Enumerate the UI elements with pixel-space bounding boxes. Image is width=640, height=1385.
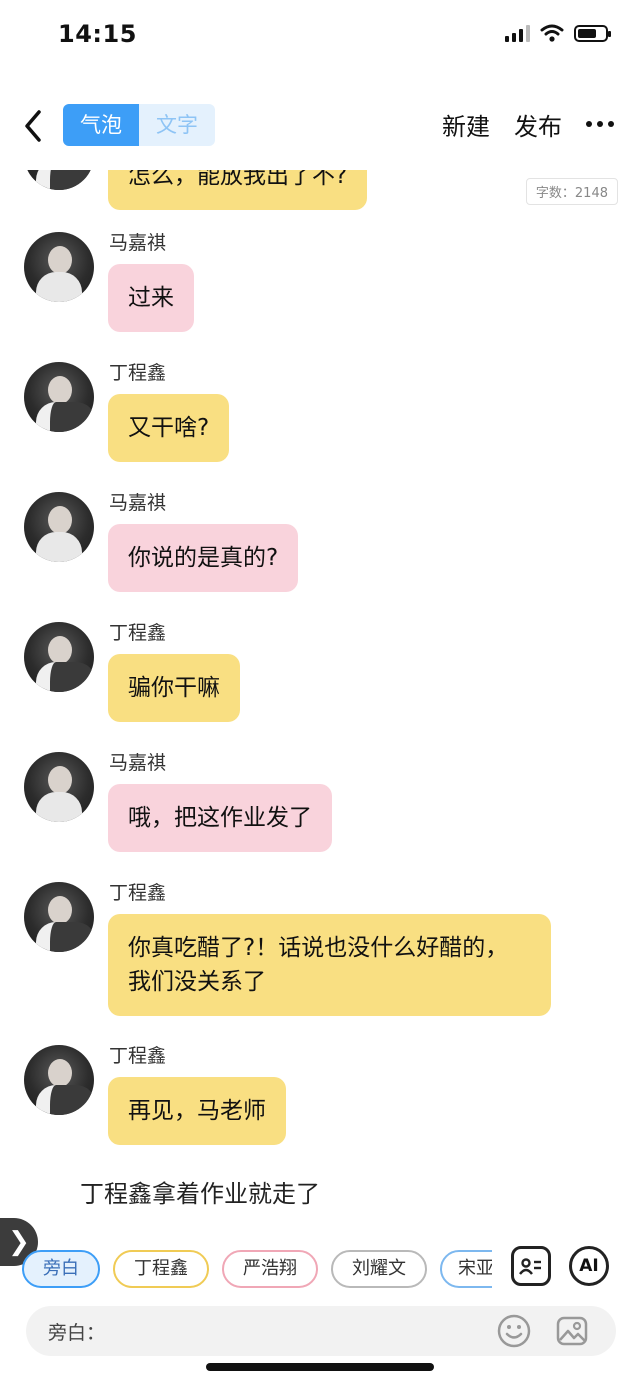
role-selector: 旁白 丁程鑫 严浩翔 刘耀文 宋亚 (22, 1250, 492, 1290)
speaker-name: 马嘉祺 (109, 752, 167, 774)
avatar[interactable] (24, 492, 94, 562)
mode-toggle: 气泡 文字 (63, 104, 215, 146)
message-bubble[interactable]: 你真吃醋了?！话说也没什么好醋的，我们没关系了 (108, 914, 551, 1016)
new-button[interactable]: 新建 (442, 107, 490, 142)
tab-bubble[interactable]: 气泡 (63, 104, 139, 146)
narration-text[interactable]: 丁程鑫拿着作业就走了 (80, 1174, 320, 1209)
avatar[interactable] (24, 1045, 94, 1115)
role-chip[interactable]: 宋亚 (440, 1250, 492, 1288)
character-card-icon[interactable] (511, 1246, 551, 1286)
word-count-badge: 字数：2148 (525, 178, 618, 205)
battery-icon (574, 24, 611, 42)
role-chip[interactable]: 严浩翔 (222, 1250, 318, 1288)
more-icon[interactable] (586, 106, 614, 142)
publish-button[interactable]: 发布 (514, 107, 562, 142)
speaker-name: 丁程鑫 (109, 882, 167, 904)
role-chip[interactable]: 丁程鑫 (113, 1250, 209, 1288)
ai-button[interactable]: AI (569, 1246, 609, 1286)
message-bubble[interactable]: 又干啥? (108, 394, 230, 462)
status-time: 14:15 (58, 20, 137, 48)
chat-area[interactable]: 怎么，能放我出了不? 字数：2148 马嘉祺 过来 丁程鑫 又干啥? 马嘉祺 你… (0, 170, 640, 1220)
speaker-name: 丁程鑫 (109, 362, 167, 384)
signal-icon (505, 24, 530, 42)
message-bubble[interactable]: 你说的是真的? (108, 524, 299, 592)
emoji-icon[interactable] (496, 1313, 532, 1349)
avatar[interactable] (24, 232, 94, 302)
message-bubble[interactable]: 骗你干嘛 (108, 654, 240, 722)
image-icon[interactable] (554, 1313, 590, 1349)
message-bubble[interactable]: 再见，马老师 (108, 1077, 286, 1145)
message-bubble[interactable]: 哦，把这作业发了 (108, 784, 332, 852)
speaker-name: 马嘉祺 (109, 492, 167, 514)
avatar[interactable] (24, 882, 94, 952)
speaker-name: 丁程鑫 (109, 1045, 167, 1067)
avatar[interactable] (24, 752, 94, 822)
status-icons (505, 24, 611, 42)
wifi-icon (540, 24, 564, 42)
nav-bar: 气泡 文字 新建 发布 (0, 96, 640, 156)
avatar-partial (24, 170, 94, 190)
speaker-name: 马嘉祺 (109, 232, 167, 254)
avatar[interactable] (24, 362, 94, 432)
message-input[interactable]: 旁白： (26, 1306, 616, 1356)
back-arrow-icon[interactable] (18, 106, 48, 146)
input-placeholder: 旁白： (48, 1322, 106, 1344)
role-chip-narrator[interactable]: 旁白 (22, 1250, 100, 1288)
role-chip[interactable]: 刘耀文 (331, 1250, 427, 1288)
nav-actions: 新建 发布 (442, 106, 614, 142)
status-bar: 14:15 (0, 0, 640, 70)
home-indicator (206, 1363, 434, 1371)
speaker-name: 丁程鑫 (109, 622, 167, 644)
tab-text[interactable]: 文字 (139, 104, 215, 146)
message-bubble-partial[interactable]: 怎么，能放我出了不? (108, 170, 368, 210)
message-bubble[interactable]: 过来 (108, 264, 194, 332)
avatar[interactable] (24, 622, 94, 692)
